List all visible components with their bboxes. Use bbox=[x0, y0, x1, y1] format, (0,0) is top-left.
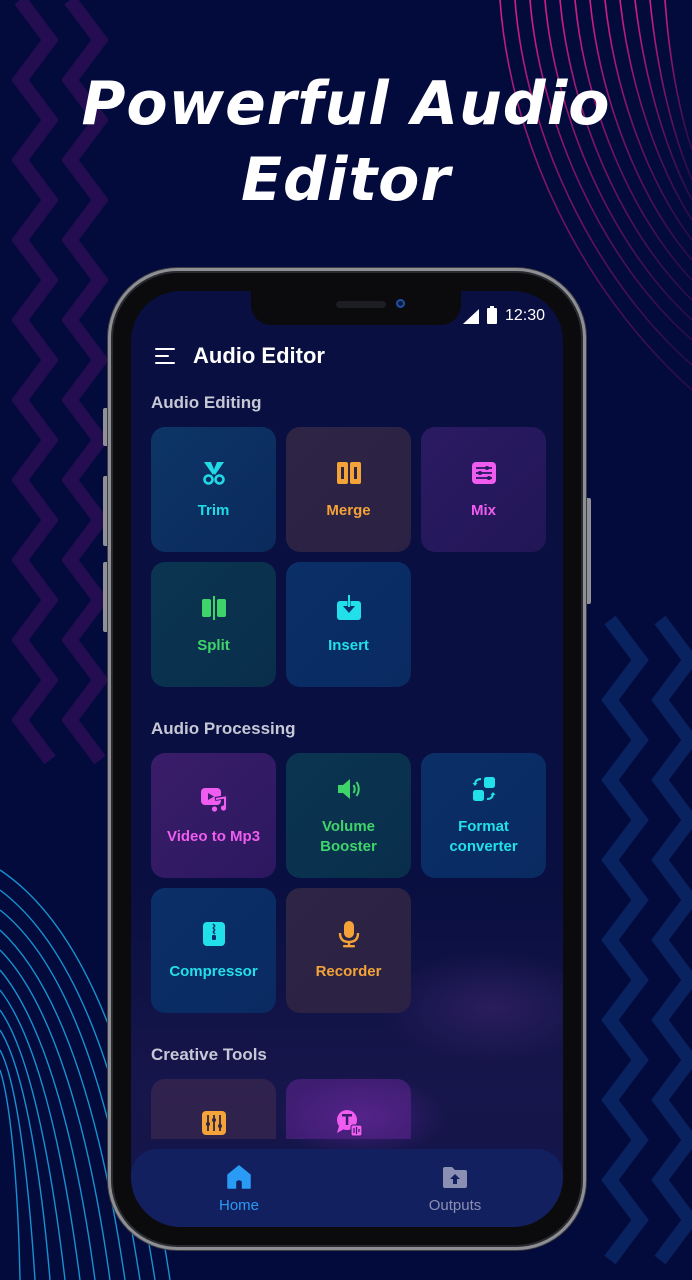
tool-split[interactable]: Split bbox=[151, 562, 276, 687]
microphone-icon bbox=[338, 920, 359, 947]
audio-editing-grid: Trim Merge Mix Split Insert bbox=[151, 427, 546, 687]
headline-line-1: Powerful Audio bbox=[81, 69, 611, 139]
tool-insert[interactable]: Insert bbox=[286, 562, 411, 687]
tool-format-converter[interactable]: Format converter bbox=[421, 753, 546, 878]
front-camera bbox=[396, 299, 405, 308]
zip-icon bbox=[202, 921, 225, 946]
tool-label: Format converter bbox=[449, 817, 518, 855]
tool-label: Split bbox=[197, 636, 230, 654]
tool-label: Merge bbox=[326, 501, 371, 519]
tool-label: Insert bbox=[328, 636, 369, 654]
tool-trim[interactable]: Trim bbox=[151, 427, 276, 552]
hamburger-menu-icon[interactable] bbox=[155, 348, 175, 364]
battery-icon bbox=[486, 306, 497, 324]
tool-video-to-mp3[interactable]: Video to Mp3 bbox=[151, 753, 276, 878]
speaker-icon bbox=[337, 778, 360, 799]
signal-icon bbox=[462, 308, 479, 324]
app-bar: Audio Editor bbox=[155, 343, 325, 369]
tool-label: Volume Booster bbox=[320, 817, 377, 855]
mixer-icon bbox=[471, 461, 496, 484]
status-time: 12:30 bbox=[504, 307, 545, 324]
home-icon bbox=[227, 1164, 251, 1189]
insert-icon bbox=[336, 594, 361, 620]
section-title-audio-editing: Audio Editing bbox=[151, 393, 262, 412]
phone-frame: 12:30 Audio Editor Audio Editing Trim Me… bbox=[108, 268, 586, 1250]
tool-merge[interactable]: Merge bbox=[286, 427, 411, 552]
tool-mix[interactable]: Mix bbox=[421, 427, 546, 552]
split-icon bbox=[201, 595, 226, 620]
nav-label-home: Home bbox=[218, 1196, 259, 1214]
text-to-speech-icon bbox=[336, 1110, 362, 1137]
convert-icon bbox=[472, 776, 495, 801]
phone-notch bbox=[251, 291, 461, 325]
tool-recorder[interactable]: Recorder bbox=[286, 888, 411, 1013]
status-bar: 12:30 bbox=[462, 306, 545, 325]
headline: Powerful Audio Editor bbox=[0, 66, 692, 218]
zigzag-right bbox=[601, 615, 692, 1265]
phone-screen: 12:30 Audio Editor Audio Editing Trim Me… bbox=[131, 291, 563, 1227]
section-title-audio-processing: Audio Processing bbox=[151, 719, 296, 738]
equalizer-icon bbox=[201, 1111, 226, 1135]
earpiece-speaker bbox=[336, 301, 386, 308]
tool-volume-booster[interactable]: Volume Booster bbox=[286, 753, 411, 878]
app-title: Audio Editor bbox=[193, 343, 325, 368]
tool-equalizer[interactable] bbox=[151, 1079, 276, 1139]
nav-outputs[interactable]: Outputs bbox=[347, 1149, 563, 1227]
video-music-icon bbox=[200, 787, 228, 812]
folder-upload-icon bbox=[443, 1166, 467, 1188]
tool-label: Mix bbox=[470, 501, 496, 519]
tool-label: Trim bbox=[197, 501, 230, 519]
scissors-icon bbox=[202, 461, 225, 485]
creative-tools-grid bbox=[151, 1079, 543, 1139]
tool-compressor[interactable]: Compressor bbox=[151, 888, 276, 1013]
nav-label-outputs: Outputs bbox=[428, 1196, 482, 1214]
headline-line-2: Editor bbox=[241, 145, 451, 215]
tool-text-to-speech[interactable] bbox=[286, 1079, 411, 1139]
bottom-navigation: Home Outputs bbox=[131, 1149, 563, 1227]
section-title-creative-tools: Creative Tools bbox=[151, 1045, 267, 1064]
merge-icon bbox=[336, 461, 361, 484]
tool-label: Recorder bbox=[315, 962, 382, 980]
audio-processing-grid: Video to Mp3 Volume Booster Format conve… bbox=[151, 753, 546, 1013]
nav-home[interactable]: Home bbox=[131, 1149, 347, 1227]
tool-label: Compressor bbox=[169, 962, 258, 980]
tools-content: Audio Editing Trim Merge Mix Split Inser… bbox=[151, 391, 546, 1169]
tool-label: Video to Mp3 bbox=[166, 827, 261, 845]
